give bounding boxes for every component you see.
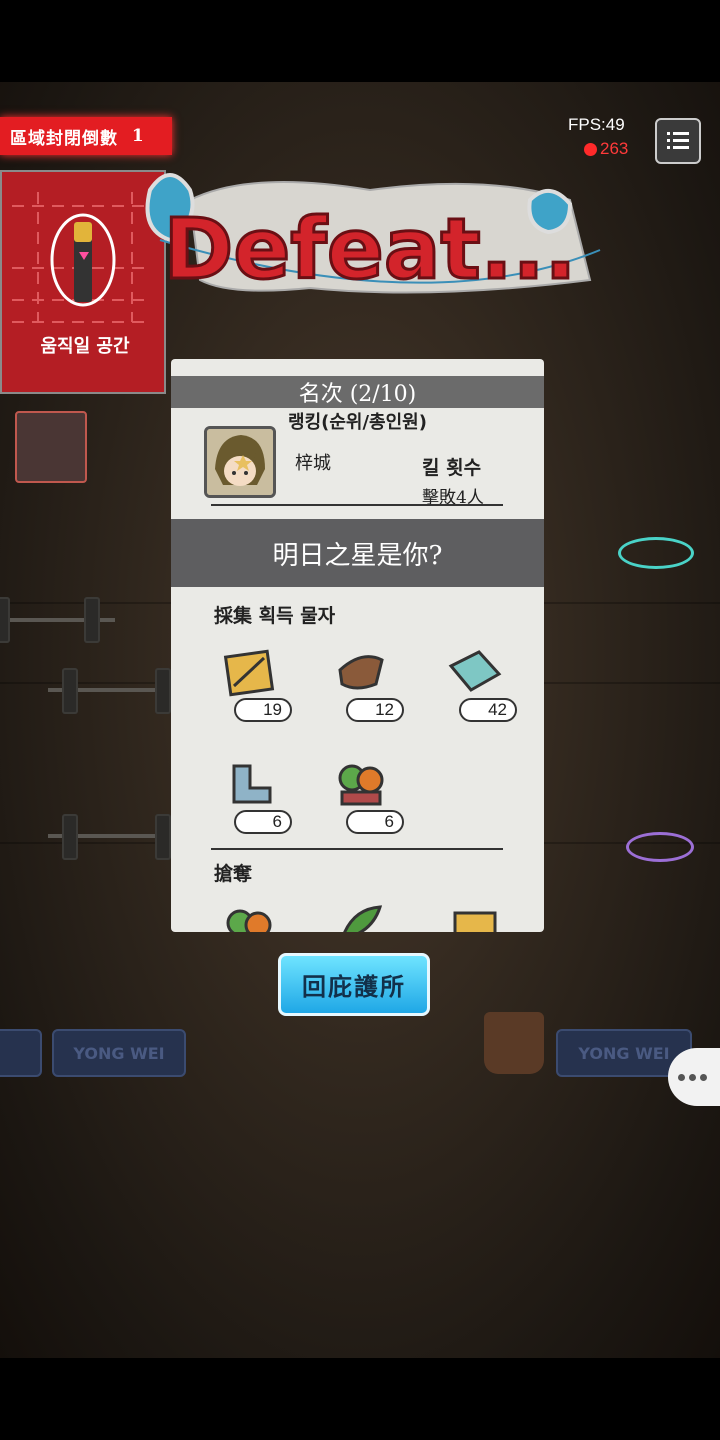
- result-panel: 名次 (2/10) 랭킹(순위/총인원) 梓城 킬 횟수 擊敗4人 明日之星是你…: [171, 359, 544, 932]
- gathered-item: 6: [214, 754, 310, 834]
- divider: [211, 848, 503, 850]
- ping-dot-icon: [584, 142, 597, 156]
- panel-header: 名次 (2/10): [171, 376, 544, 408]
- looted-section-title: 搶奪: [214, 863, 253, 885]
- top-black-bar: [0, 0, 720, 82]
- crate-icon: [223, 649, 275, 697]
- looted-item: [326, 895, 422, 932]
- dot-icon: [678, 1073, 685, 1081]
- food-icon: [226, 909, 272, 932]
- food-icon: [338, 764, 384, 806]
- gathered-section-title: 採集 획득 물자: [214, 605, 336, 627]
- crate-icon: [453, 911, 497, 932]
- kill-count-label: 킬 횟수: [422, 457, 482, 479]
- bucket: [484, 1012, 544, 1074]
- defeat-title: Defeat...: [130, 160, 610, 310]
- cloth-icon: [448, 650, 502, 692]
- bench: [0, 1029, 42, 1077]
- leather-icon: [338, 655, 384, 690]
- fps-readout: FPS:49: [568, 115, 625, 134]
- return-to-shelter-button[interactable]: 回庇護所: [278, 953, 430, 1016]
- ping-readout: 263: [584, 139, 628, 159]
- gathered-item: 19: [214, 642, 310, 722]
- zone-countdown-badge: 區域封閉倒數 1: [0, 117, 172, 155]
- gathered-item: 42: [439, 642, 535, 722]
- looted-item: [439, 899, 535, 932]
- dot-icon: [700, 1073, 707, 1081]
- player-avatar: [204, 426, 276, 498]
- player-name: 梓城: [295, 453, 331, 474]
- motto-banner: 明日之星是你?: [171, 519, 544, 587]
- dot-icon: [689, 1073, 696, 1081]
- minimap-label: 움직일 공간: [40, 336, 130, 357]
- divider: [211, 504, 503, 506]
- hoop-ring: [618, 537, 694, 569]
- more-options-button[interactable]: [668, 1048, 720, 1106]
- svg-text:Defeat...: Defeat...: [164, 200, 577, 298]
- looted-item: [214, 899, 310, 932]
- menu-button[interactable]: [655, 118, 701, 164]
- bottom-black-bar: [0, 1358, 720, 1440]
- hoop-ring: [626, 832, 694, 862]
- list-icon: [667, 132, 689, 149]
- bench: YONG WEI: [52, 1029, 186, 1077]
- herb-icon: [343, 905, 383, 932]
- pipe-icon: [232, 764, 272, 804]
- gathered-item: 12: [326, 642, 422, 722]
- gathered-item: 6: [326, 754, 422, 834]
- empty-item-slot[interactable]: [15, 411, 87, 483]
